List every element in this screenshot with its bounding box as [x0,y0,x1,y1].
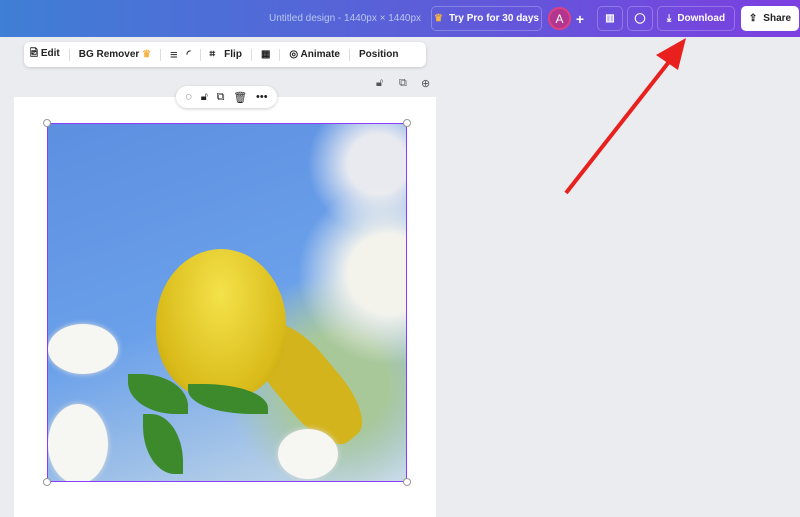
red-arrow-annotation [564,38,686,195]
